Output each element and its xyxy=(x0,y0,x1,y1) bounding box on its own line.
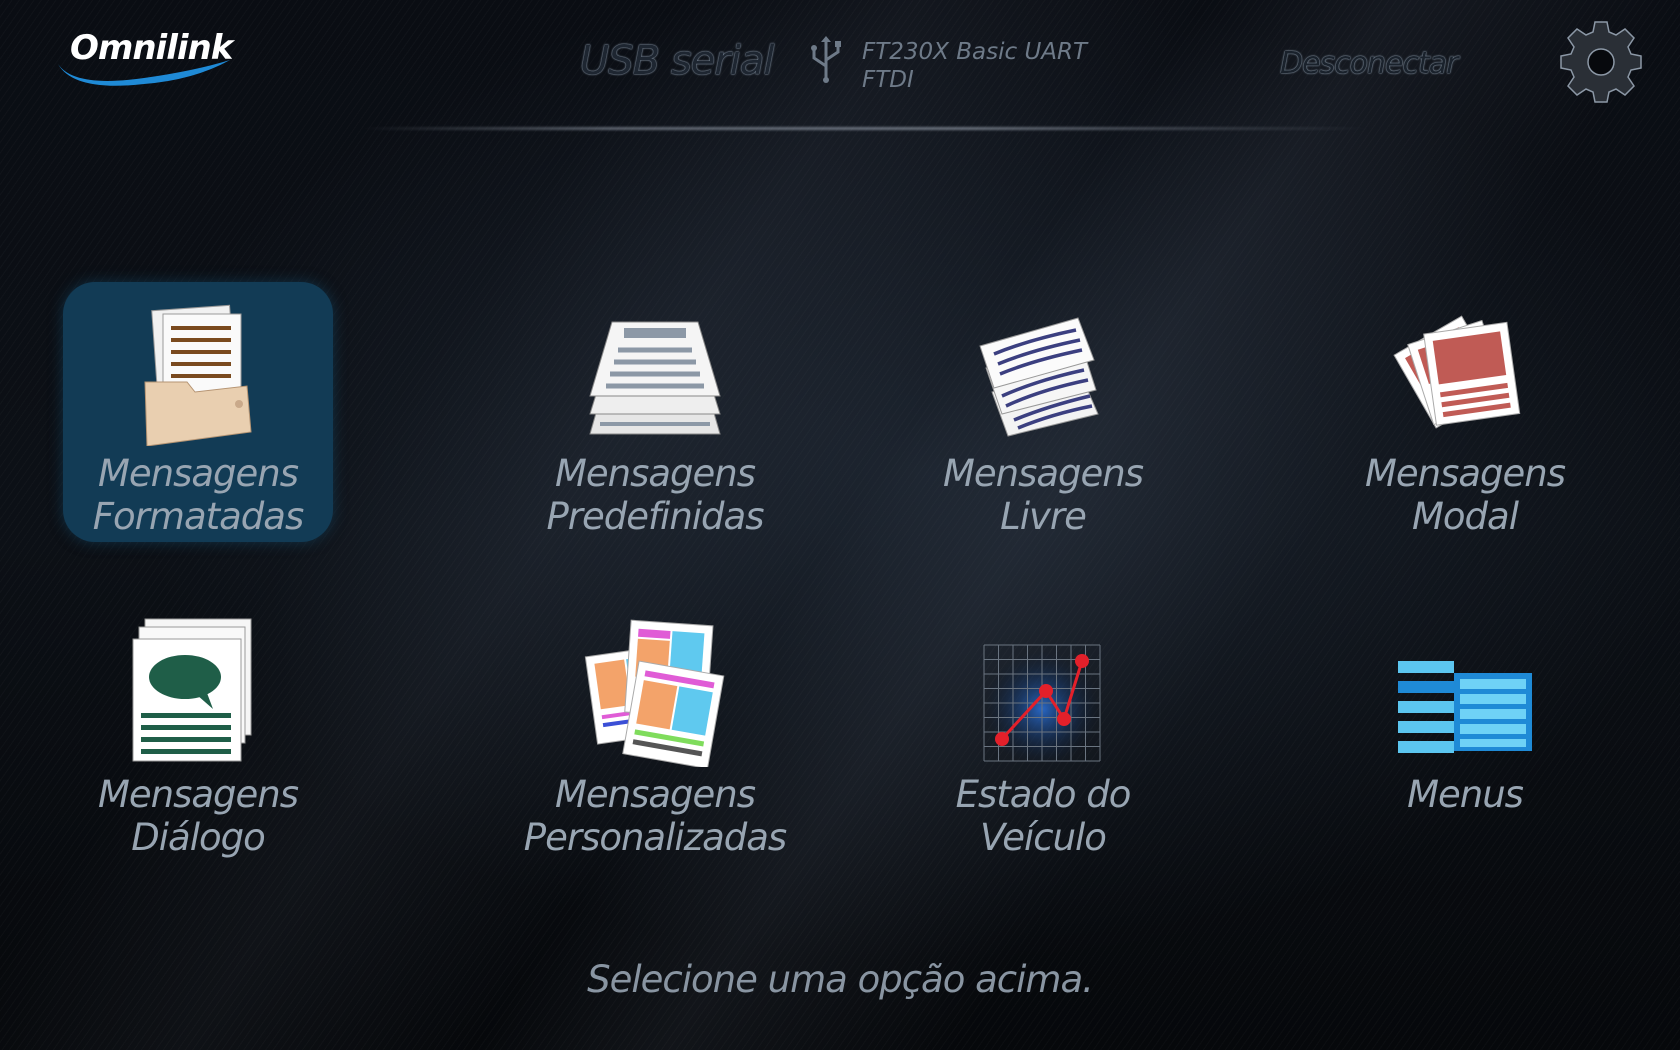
tile-label: Mensagens Predefinidas xyxy=(546,452,764,538)
tile-estado-do-veiculo[interactable]: Estado do Veículo xyxy=(908,603,1178,863)
tile-label: Mensagens Formatadas xyxy=(92,452,304,538)
logo-swoosh-icon xyxy=(58,60,230,86)
tile-label: Mensagens Livre xyxy=(942,452,1144,538)
tile-label: Mensagens Diálogo xyxy=(97,773,299,859)
tile-label: Mensagens Modal xyxy=(1364,452,1566,538)
folder-documents-icon xyxy=(144,304,252,446)
tile-label: Estado do Veículo xyxy=(955,773,1132,859)
free-text-pages-icon xyxy=(979,317,1099,437)
tile-label: Mensagens Personalizadas xyxy=(523,773,787,859)
tile-menus[interactable]: Menus xyxy=(1330,603,1600,863)
header-divider xyxy=(360,127,1370,130)
tile-mensagens-formatadas[interactable]: Mensagens Formatadas xyxy=(63,282,333,542)
dialog-document-icon xyxy=(132,618,252,762)
menu-list-icon xyxy=(1398,661,1532,753)
usb-icon xyxy=(811,36,841,83)
tile-label: Menus xyxy=(1407,773,1524,816)
gear-icon[interactable] xyxy=(1557,18,1645,106)
tile-mensagens-personalizadas[interactable]: Mensagens Personalizadas xyxy=(520,603,790,863)
disconnect-button[interactable]: Desconectar xyxy=(1280,46,1458,81)
tile-mensagens-predefinidas[interactable]: Mensagens Predefinidas xyxy=(520,282,790,542)
modal-cards-icon xyxy=(1393,315,1521,429)
custom-layout-cards-icon xyxy=(584,619,725,767)
tile-mensagens-dialogo[interactable]: Mensagens Diálogo xyxy=(63,603,333,863)
tile-mensagens-modal[interactable]: Mensagens Modal xyxy=(1330,282,1600,542)
status-hint: Selecione uma opção acima. xyxy=(587,958,1094,1001)
vehicle-state-chart-icon xyxy=(983,644,1101,762)
tile-mensagens-livre[interactable]: Mensagens Livre xyxy=(908,282,1178,542)
device-info: FT230X Basic UART FTDI xyxy=(862,38,1087,94)
device-name: FT230X Basic UART xyxy=(862,39,1088,65)
connection-type: USB serial xyxy=(580,38,774,84)
device-vendor: FTDI xyxy=(862,67,914,93)
stacked-pages-icon xyxy=(589,321,721,435)
omnilink-logo: Omnilink xyxy=(54,28,234,90)
